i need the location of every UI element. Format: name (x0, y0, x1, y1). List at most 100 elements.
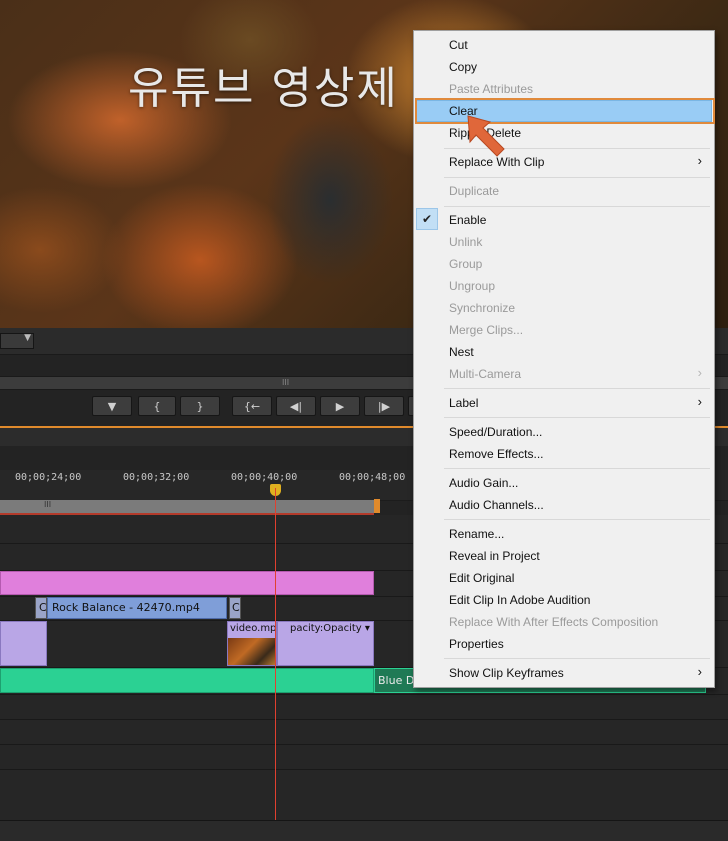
menu-item-audio-gain[interactable]: Audio Gain... (416, 472, 712, 494)
menu-item-cut[interactable]: Cut (416, 34, 712, 56)
play-button[interactable]: ▶ (320, 396, 360, 416)
work-area-bar[interactable] (0, 500, 374, 513)
menu-separator (444, 417, 710, 418)
scrub-handle-icon[interactable]: III (282, 378, 289, 387)
transition-clip[interactable]: C (35, 597, 47, 619)
menu-item-synchronize: Synchronize (416, 297, 712, 319)
menu-item-label: Properties (449, 637, 504, 651)
menu-item-audio-channels[interactable]: Audio Channels... (416, 494, 712, 516)
menu-item-label: Merge Clips... (449, 323, 524, 337)
timeline-scrollbar[interactable] (0, 820, 728, 841)
video-thumbnail (228, 638, 276, 665)
chevron-down-icon: ▼ (24, 333, 31, 343)
go-to-in-button[interactable]: {← (232, 396, 272, 416)
ruler-tick-label: 00;00;32;00 (123, 472, 190, 483)
checkmark-icon: ✔ (416, 208, 438, 230)
menu-item-label: Ungroup (449, 279, 496, 293)
menu-item-duplicate: Duplicate (416, 180, 712, 202)
work-area-grip-icon[interactable]: III (44, 500, 51, 509)
track-audio-4[interactable] (0, 745, 728, 770)
menu-item-label: Label (449, 396, 479, 410)
menu-item-label: Edit Original (449, 571, 515, 585)
ruler-tick-label: 00;00;24;00 (15, 472, 82, 483)
video-clip[interactable]: video.mp4 (227, 621, 277, 666)
menu-separator (444, 206, 710, 207)
track-audio-5[interactable] (0, 770, 728, 821)
playhead-line[interactable] (275, 488, 276, 820)
menu-item-multi-camera: Multi-Camera › (416, 363, 712, 385)
ruler-tick-label: 00;00;40;00 (231, 472, 298, 483)
step-back-button[interactable]: ◀| (276, 396, 316, 416)
menu-item-group: Group (416, 253, 712, 275)
add-marker-button[interactable]: ▼ (92, 396, 132, 416)
work-area-end-handle[interactable] (374, 499, 380, 513)
menu-separator (444, 519, 710, 520)
menu-item-ungroup: Ungroup (416, 275, 712, 297)
rock-balance-clip[interactable]: Rock Balance - 42470.mp4 (47, 597, 227, 619)
menu-item-replace-with-clip[interactable]: Replace With Clip › (416, 151, 712, 173)
menu-item-speed-duration[interactable]: Speed/Duration... (416, 421, 712, 443)
menu-item-label: Replace With After Effects Composition (449, 615, 659, 629)
submenu-arrow-icon: › (697, 664, 702, 679)
menu-separator (444, 658, 710, 659)
menu-item-label: Show Clip Keyframes (449, 666, 564, 680)
menu-item-label: Unlink (449, 235, 483, 249)
menu-item-label: Remove Effects... (449, 447, 544, 461)
submenu-arrow-icon: › (697, 394, 702, 409)
preview-title-text: 유튜브 영상제 (128, 63, 399, 114)
track-audio-2[interactable] (0, 695, 728, 720)
purple-clip[interactable] (0, 621, 47, 666)
menu-item-properties[interactable]: Properties (416, 633, 712, 655)
video-clip-label: video.mp4 (230, 623, 277, 634)
menu-item-edit-in-audition[interactable]: Edit Clip In Adobe Audition (416, 589, 712, 611)
menu-separator (444, 468, 710, 469)
transition-clip[interactable]: C (229, 597, 241, 619)
menu-item-label-submenu[interactable]: Label › (416, 392, 712, 414)
pink-clip[interactable] (0, 571, 374, 595)
menu-item-label: Cut (449, 38, 468, 52)
menu-item-label: Enable (449, 213, 487, 227)
menu-item-label: Group (449, 257, 483, 271)
clip-context-menu: Cut Copy Paste Attributes Clear Ripple D… (413, 30, 715, 688)
menu-item-replace-with-ae-comp: Replace With After Effects Composition (416, 611, 712, 633)
mark-out-button[interactable]: } (180, 396, 220, 416)
track-audio-3[interactable] (0, 720, 728, 745)
menu-item-label: Nest (449, 345, 474, 359)
ruler-tick-label: 00;00;48;00 (339, 472, 406, 483)
green-clip[interactable] (0, 668, 374, 693)
menu-item-enable[interactable]: Enable (416, 209, 712, 231)
step-forward-button[interactable]: |▶ (364, 396, 404, 416)
submenu-arrow-icon: › (697, 153, 702, 168)
menu-item-label: Reveal in Project (449, 549, 540, 563)
menu-item-label: Copy (449, 60, 478, 74)
menu-item-rename[interactable]: Rename... (416, 523, 712, 545)
menu-item-copy[interactable]: Copy (416, 56, 712, 78)
menu-item-label: Paste Attributes (449, 82, 534, 96)
menu-item-paste-attributes: Paste Attributes (416, 78, 712, 100)
highlight-callout-box (415, 98, 715, 124)
menu-item-label: Speed/Duration... (449, 425, 543, 439)
pointer-arrow-icon (467, 115, 505, 157)
menu-item-edit-original[interactable]: Edit Original (416, 567, 712, 589)
mark-in-button[interactable]: { (138, 396, 176, 416)
menu-separator (444, 388, 710, 389)
menu-item-reveal-in-project[interactable]: Reveal in Project (416, 545, 712, 567)
menu-item-label: Audio Channels... (449, 498, 544, 512)
menu-item-label: Multi-Camera (449, 367, 522, 381)
zoom-dropdown[interactable]: ▼ (0, 333, 34, 349)
menu-item-remove-effects[interactable]: Remove Effects... (416, 443, 712, 465)
menu-item-unlink: Unlink (416, 231, 712, 253)
menu-item-label: Synchronize (449, 301, 516, 315)
menu-item-merge-clips: Merge Clips... (416, 319, 712, 341)
menu-separator (444, 177, 710, 178)
opacity-label: pacity:Opacity ▾ (290, 623, 370, 634)
submenu-arrow-icon: › (697, 365, 702, 380)
menu-item-show-clip-keyframes[interactable]: Show Clip Keyframes › (416, 662, 712, 684)
menu-item-label: Edit Clip In Adobe Audition (449, 593, 591, 607)
opacity-clip[interactable]: pacity:Opacity ▾ (277, 621, 374, 666)
menu-item-label: Rename... (449, 527, 505, 541)
menu-item-label: Duplicate (449, 184, 500, 198)
menu-item-nest[interactable]: Nest (416, 341, 712, 363)
menu-item-ripple-delete[interactable]: Ripple Delete (416, 122, 712, 144)
menu-item-label: Audio Gain... (449, 476, 519, 490)
